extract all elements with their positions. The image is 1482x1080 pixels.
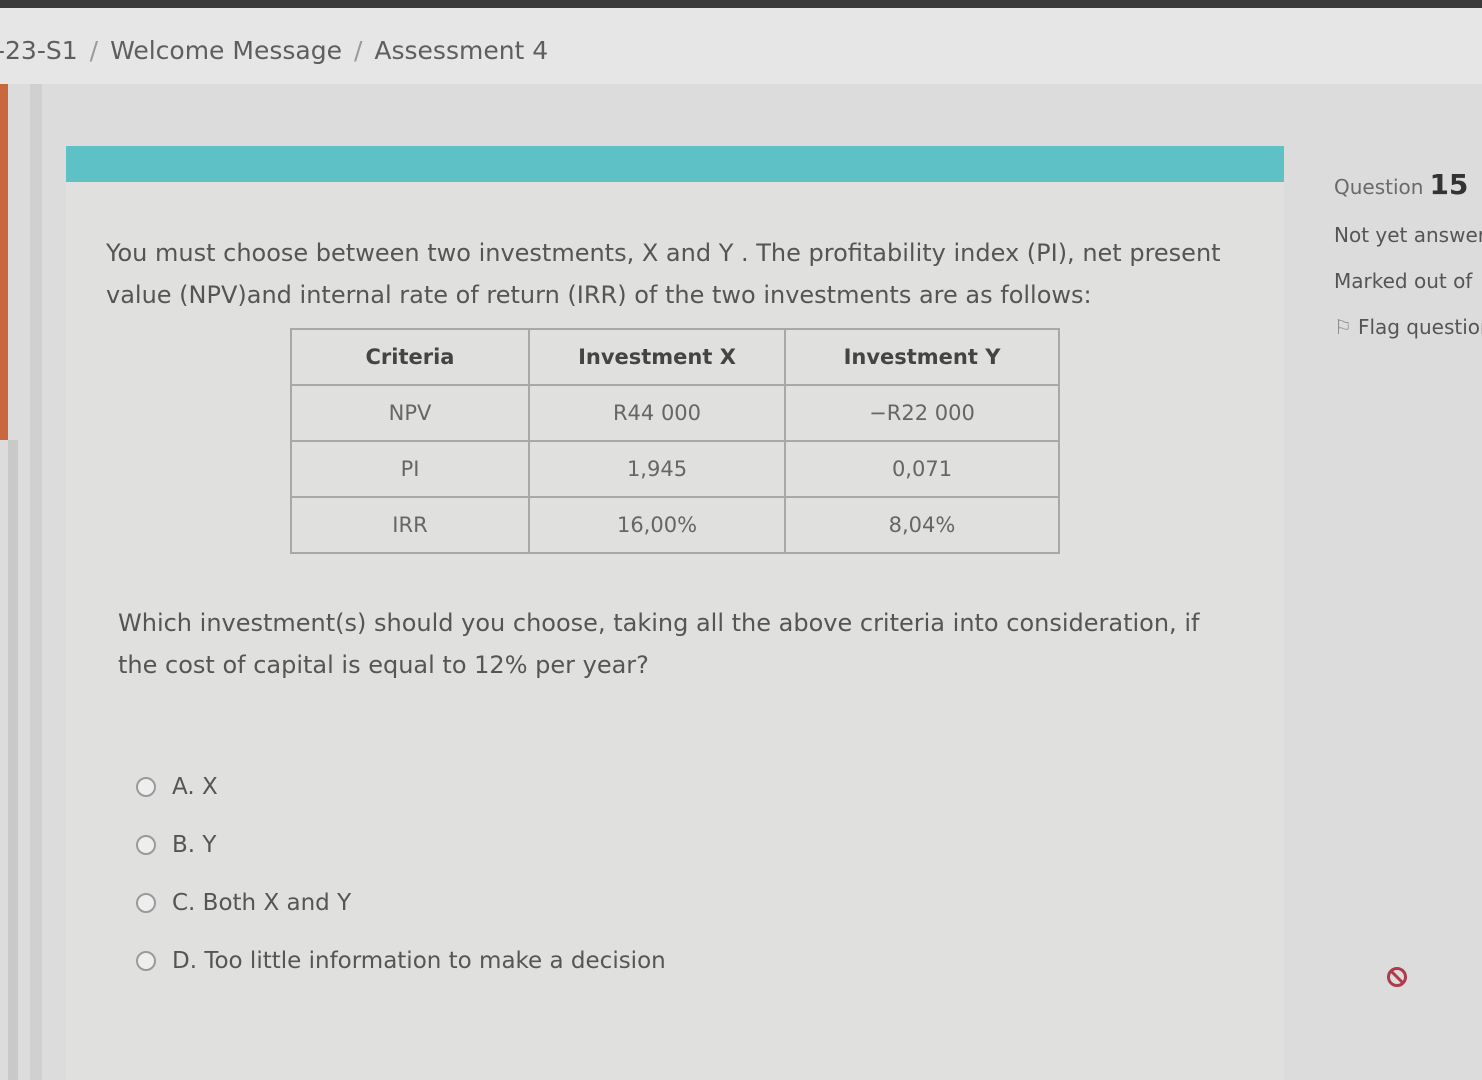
option-d[interactable]: D. Too little information to make a deci… xyxy=(136,932,666,990)
table-cell: IRR xyxy=(290,496,530,554)
question-header-band xyxy=(66,146,1284,182)
table-row: PI 1,945 0,071 xyxy=(290,440,1060,498)
question-status: Not yet answered xyxy=(1334,223,1482,247)
table-cell: 0,071 xyxy=(784,440,1060,498)
table-cell: 16,00% xyxy=(528,496,786,554)
table-header-row: Criteria Investment X Investment Y xyxy=(290,328,1060,386)
radio-button[interactable] xyxy=(136,835,156,855)
table-cell: 1,945 xyxy=(528,440,786,498)
table-header: Investment Y xyxy=(784,328,1060,386)
radio-button[interactable] xyxy=(136,893,156,913)
table-cell: NPV xyxy=(290,384,530,442)
breadcrumb: -23-S1 / Welcome Message / Assessment 4 xyxy=(0,36,548,65)
table-cell: 8,04% xyxy=(784,496,1060,554)
flag-question-link[interactable]: ⚐ Flag question xyxy=(1334,315,1482,339)
table-cell: R44 000 xyxy=(528,384,786,442)
breadcrumb-welcome-message[interactable]: Welcome Message xyxy=(110,36,342,65)
question-intro: You must choose between two investments,… xyxy=(106,239,1221,309)
radio-button[interactable] xyxy=(136,951,156,971)
option-a[interactable]: A. X xyxy=(136,758,666,816)
question-number: 15 xyxy=(1429,168,1469,201)
breadcrumb-bar: -23-S1 / Welcome Message / Assessment 4 xyxy=(0,8,1482,84)
table-header: Investment X xyxy=(528,328,786,386)
breadcrumb-separator: / xyxy=(89,36,99,65)
option-label[interactable]: A. X xyxy=(172,774,218,800)
option-b[interactable]: B. Y xyxy=(136,816,666,874)
criteria-table: Criteria Investment X Investment Y NPV R… xyxy=(290,328,1060,554)
top-bar xyxy=(0,0,1482,8)
table-cell: −R22 000 xyxy=(784,384,1060,442)
table-header: Criteria xyxy=(290,328,530,386)
option-label[interactable]: C. Both X and Y xyxy=(172,890,351,916)
table-cell: PI xyxy=(290,440,530,498)
breadcrumb-course[interactable]: -23-S1 xyxy=(0,36,78,65)
table-row: IRR 16,00% 8,04% xyxy=(290,496,1060,554)
option-c[interactable]: C. Both X and Y xyxy=(136,874,666,932)
question-prompt: Which investment(s) should you choose, t… xyxy=(118,609,1200,679)
breadcrumb-assessment[interactable]: Assessment 4 xyxy=(374,36,548,65)
table-row: NPV R44 000 −R22 000 xyxy=(290,384,1060,442)
flag-icon: ⚐ xyxy=(1334,315,1352,339)
option-label[interactable]: D. Too little information to make a deci… xyxy=(172,948,666,974)
question-label: Question xyxy=(1334,175,1424,199)
left-accent-bar xyxy=(0,84,8,440)
breadcrumb-separator: / xyxy=(353,36,363,65)
block-icon[interactable] xyxy=(1386,966,1408,988)
radio-button[interactable] xyxy=(136,777,156,797)
left-scroll-track xyxy=(8,440,18,1080)
flag-question-label[interactable]: Flag question xyxy=(1358,315,1482,339)
question-marks: Marked out of xyxy=(1334,269,1473,293)
question-info-panel: Question15 Not yet answered Marked out o… xyxy=(1334,168,1482,339)
left-rail xyxy=(30,84,42,1080)
answer-options: A. X B. Y C. Both X and Y D. Too little … xyxy=(136,758,666,990)
option-label[interactable]: B. Y xyxy=(172,832,216,858)
